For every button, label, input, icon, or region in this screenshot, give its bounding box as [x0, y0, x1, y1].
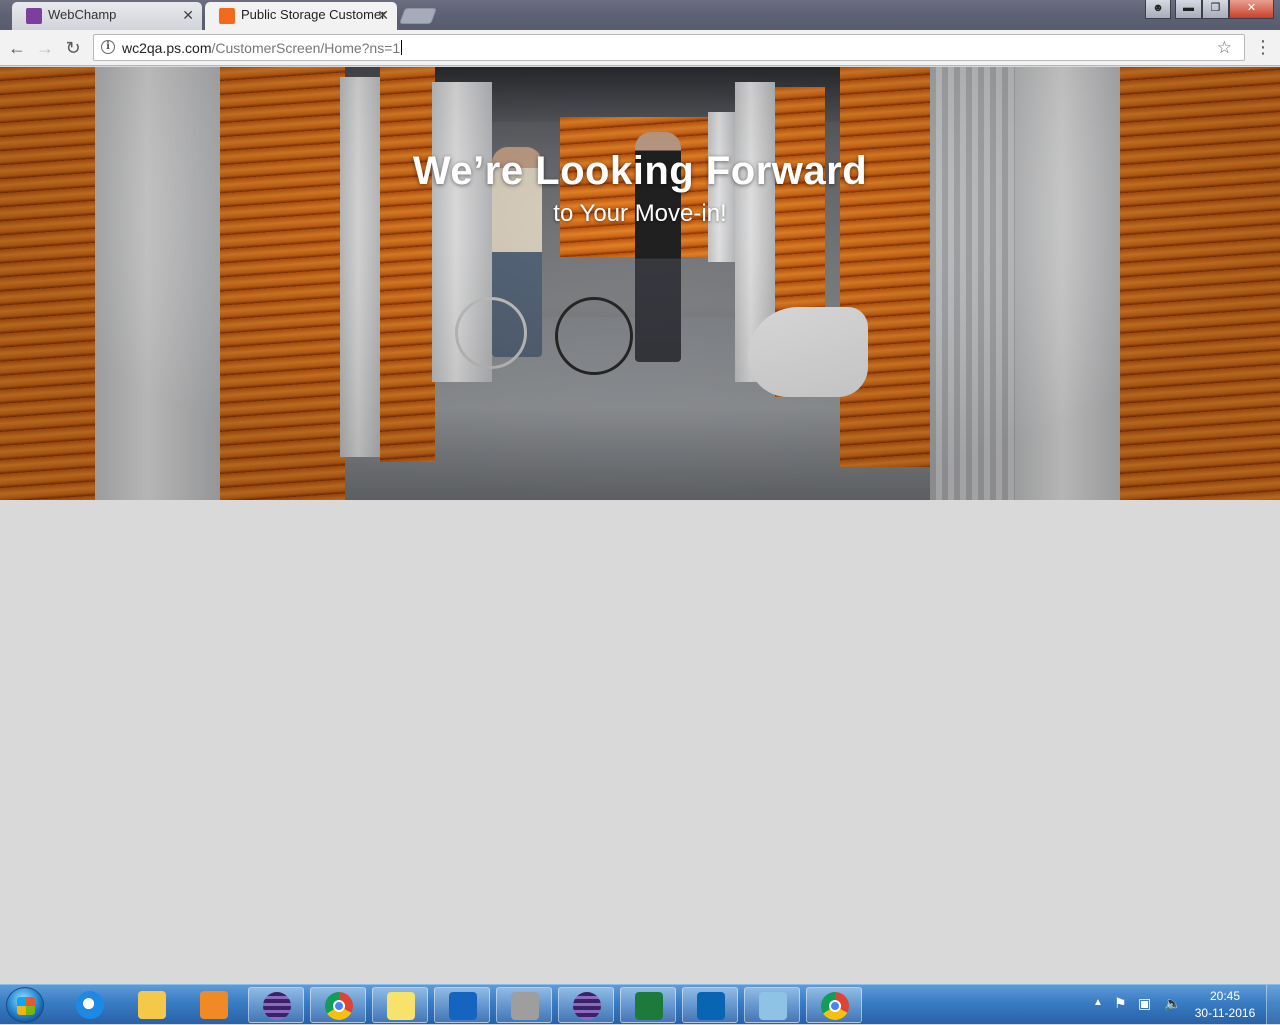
tab-title: WebChamp: [48, 7, 117, 22]
taskbar-button[interactable]: [124, 987, 180, 1023]
start-button[interactable]: [6, 987, 44, 1023]
windows-taskbar: ▲ ⚑ ▣ 🔈 20:45 30-11-2016: [0, 984, 1280, 1025]
sticky-notes-icon: [387, 992, 415, 1020]
page-content-area: [0, 500, 1280, 984]
taskbar-button[interactable]: [558, 987, 614, 1023]
text-caret: [401, 40, 403, 55]
taskbar-button[interactable]: [186, 987, 242, 1023]
hero-subtitle: to Your Move-in!: [553, 200, 727, 227]
taskbar-button[interactable]: [434, 987, 490, 1023]
url-host: wc2qa.ps.com: [122, 40, 212, 56]
reload-button[interactable]: ↻: [62, 37, 84, 59]
hero-title: We’re Looking Forward: [412, 149, 868, 193]
hero-banner: We’re Looking Forward to Your Move-in!: [0, 67, 1280, 500]
site-info-icon[interactable]: i: [101, 40, 115, 54]
excel-icon: [635, 992, 663, 1020]
system-clock[interactable]: 20:45 30-11-2016: [1180, 988, 1270, 1022]
media-player-icon: [200, 991, 228, 1019]
network-icon[interactable]: ▣: [1138, 995, 1151, 1012]
restore-button[interactable]: ❐: [1202, 0, 1229, 19]
address-bar[interactable]: i wc2qa.ps.com/CustomerScreen/Home?ns=1 …: [93, 34, 1245, 61]
url-text[interactable]: wc2qa.ps.com/CustomerScreen/Home?ns=1: [122, 40, 403, 56]
clock-date: 30-11-2016: [1194, 1006, 1256, 1020]
close-window-button[interactable]: ✕: [1229, 0, 1274, 19]
eclipse-icon: [263, 992, 291, 1020]
outlook-icon: [697, 992, 725, 1020]
taskbar-button[interactable]: [372, 987, 428, 1023]
new-tab-button[interactable]: [399, 8, 437, 24]
taskbar-button[interactable]: [620, 987, 676, 1023]
eclipse-icon: [573, 992, 601, 1020]
webchamp-favicon-icon: [26, 8, 42, 24]
system-tray: ▲ ⚑ ▣ 🔈: [1090, 985, 1181, 1025]
public-storage-favicon-icon: [219, 8, 235, 24]
minimize-button[interactable]: ▬: [1175, 0, 1202, 19]
url-path: /CustomerScreen/Home?ns=1: [211, 40, 401, 56]
internet-explorer-icon: [76, 991, 104, 1019]
tab-public-storage[interactable]: Public Storage Customer ✕: [205, 2, 397, 30]
forward-button[interactable]: →: [34, 37, 56, 59]
taskbar-button[interactable]: [248, 987, 304, 1023]
taskbar-button[interactable]: [806, 987, 862, 1023]
user-profile-button[interactable]: ☻: [1145, 0, 1171, 19]
lync-icon: [449, 992, 477, 1020]
notepad-icon: [759, 992, 787, 1020]
windows-logo-icon: [17, 997, 35, 1015]
bookmark-star-icon[interactable]: ☆: [1217, 38, 1232, 58]
action-center-flag-icon[interactable]: ⚑: [1114, 995, 1127, 1012]
show-hidden-icons-icon[interactable]: ▲: [1093, 997, 1103, 1008]
tools-icon: [511, 992, 539, 1020]
back-button[interactable]: ←: [6, 37, 28, 59]
close-tab-icon[interactable]: ✕: [377, 2, 389, 28]
taskbar-button[interactable]: [744, 987, 800, 1023]
tab-webchamp[interactable]: WebChamp ✕: [12, 2, 202, 30]
file-explorer-icon: [138, 991, 166, 1019]
clock-time: 20:45: [1209, 989, 1241, 1003]
taskbar-button[interactable]: [682, 987, 738, 1023]
chrome-icon: [821, 992, 849, 1020]
show-desktop-button[interactable]: [1266, 985, 1280, 1025]
browser-toolbar: ← → ↻ i wc2qa.ps.com/CustomerScreen/Home…: [0, 30, 1280, 66]
hero-overlay: [0, 67, 1280, 500]
volume-icon[interactable]: 🔈: [1164, 995, 1181, 1012]
taskbar-button[interactable]: [310, 987, 366, 1023]
tab-title: Public Storage Customer: [241, 7, 386, 22]
taskbar-button[interactable]: [62, 987, 118, 1023]
browser-tab-strip: WebChamp ✕ Public Storage Customer ✕ ☻ ▬…: [0, 0, 1280, 30]
taskbar-button[interactable]: [496, 987, 552, 1023]
close-tab-icon[interactable]: ✕: [182, 2, 194, 28]
chrome-icon: [325, 992, 353, 1020]
browser-menu-icon[interactable]: ⋮: [1254, 37, 1272, 57]
